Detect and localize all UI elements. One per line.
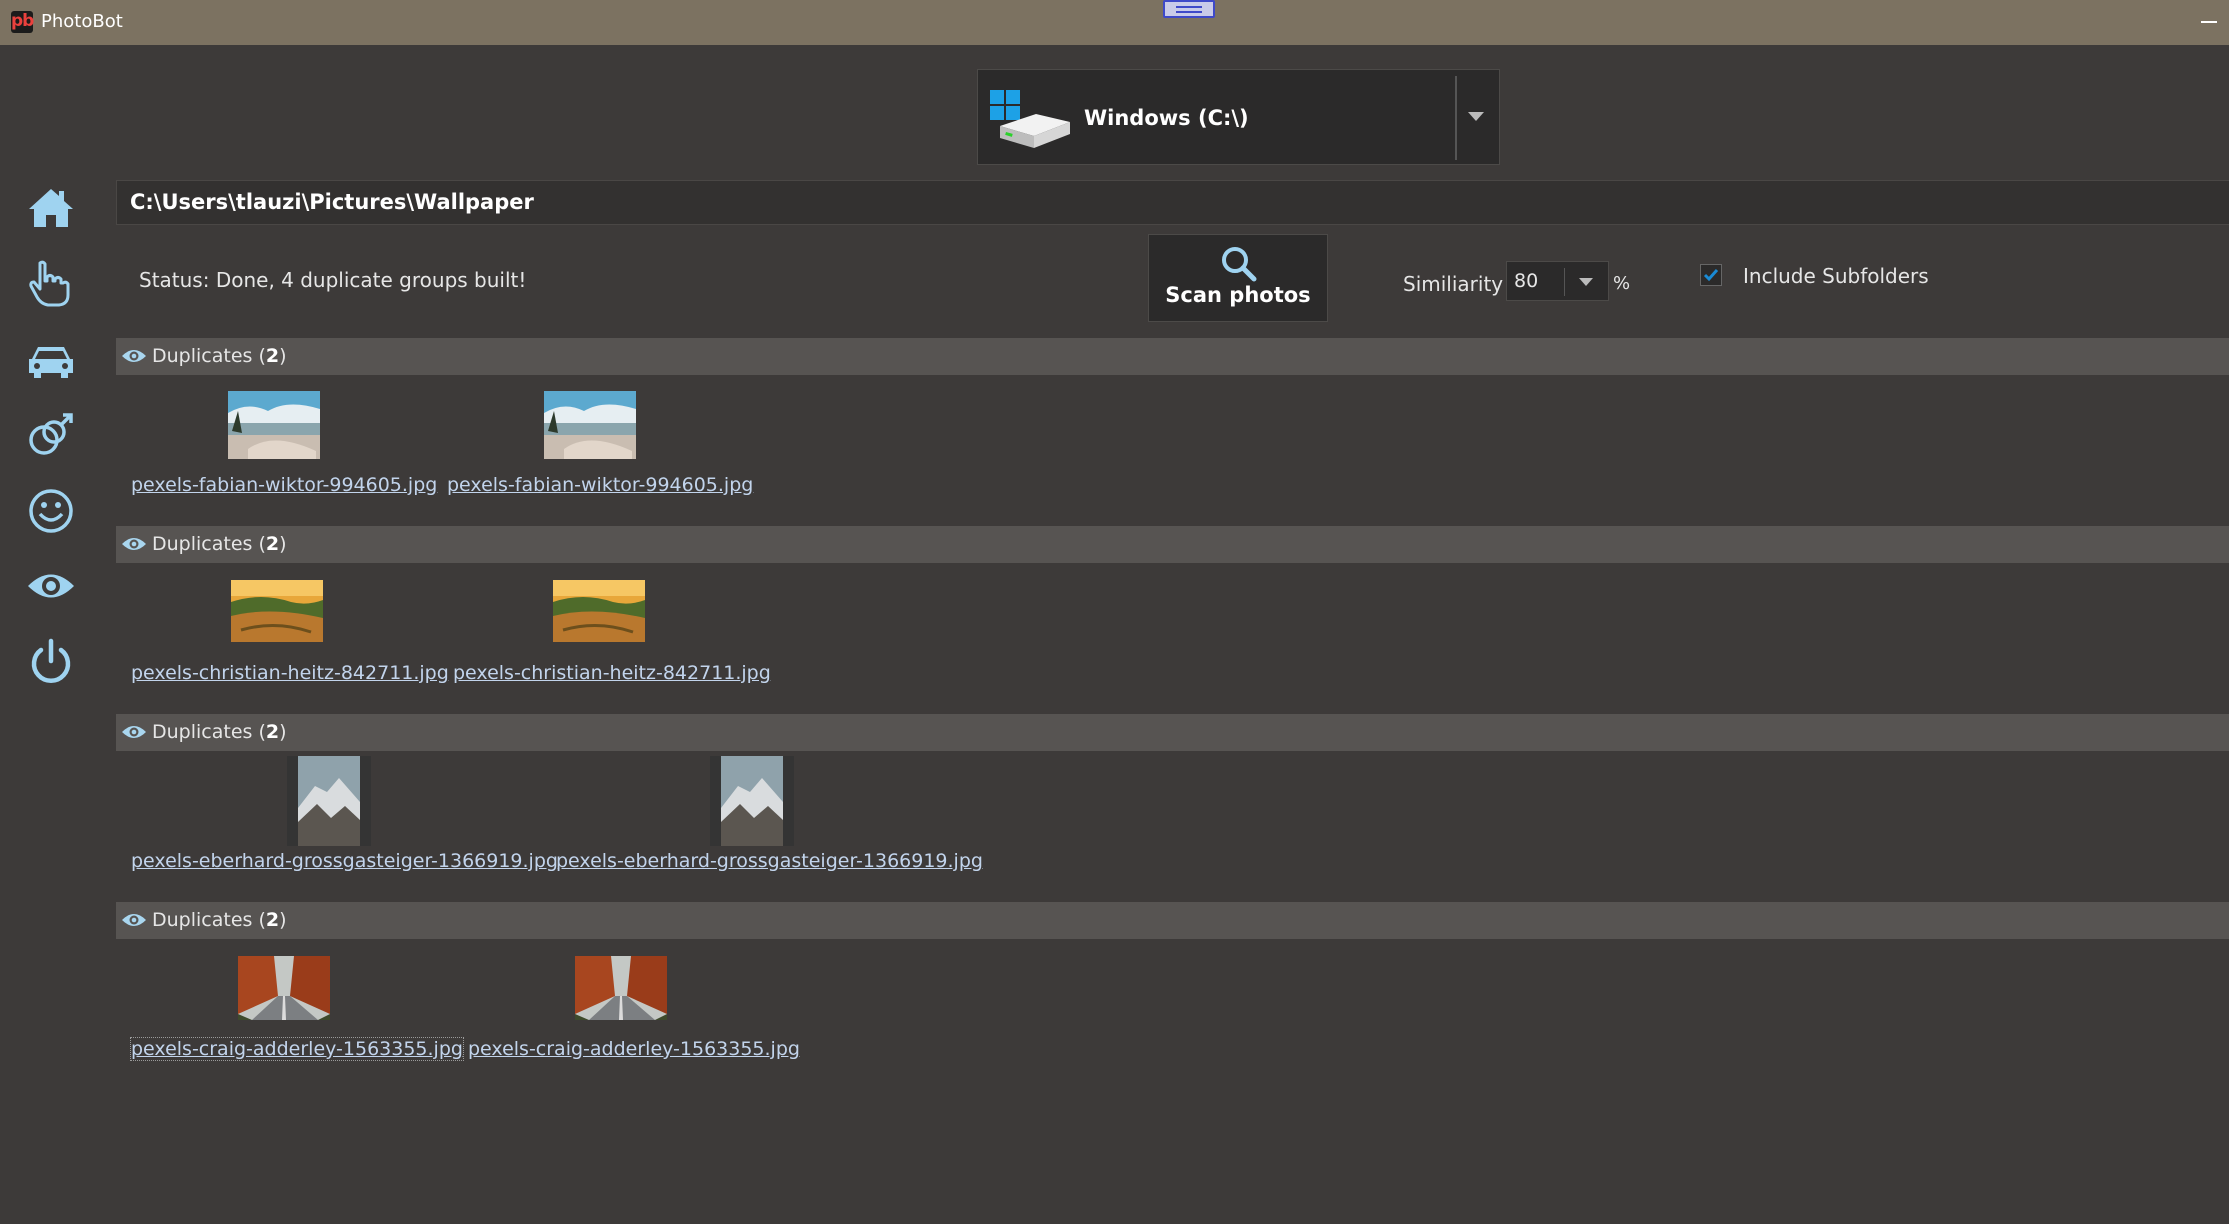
search-icon xyxy=(1222,247,1257,282)
photo-thumbnail[interactable] xyxy=(710,756,794,846)
chevron-down-icon[interactable] xyxy=(1468,112,1484,121)
file-link[interactable]: pexels-eberhard-grossgasteiger-1366919.j… xyxy=(131,850,558,872)
file-link[interactable]: pexels-craig-adderley-1563355.jpg xyxy=(468,1038,800,1060)
gender-icon[interactable] xyxy=(23,407,79,463)
path-field[interactable]: C:\Users\tlauzi\Pictures\Wallpaper xyxy=(116,180,2229,225)
duplicate-group-header[interactable]: Duplicates (2) xyxy=(116,902,2229,939)
title-bar: pb PhotoBot xyxy=(0,0,2229,45)
group-title: Duplicates (2) xyxy=(152,345,287,367)
dropdown-separator xyxy=(1564,268,1565,296)
file-link[interactable]: pexels-eberhard-grossgasteiger-1366919.j… xyxy=(556,850,983,872)
photo-thumbnail[interactable] xyxy=(231,580,323,642)
photo-thumbnail[interactable] xyxy=(575,956,667,1020)
scan-photos-label: Scan photos xyxy=(1165,283,1311,307)
photo-thumbnail[interactable] xyxy=(228,391,320,459)
eye-icon[interactable] xyxy=(23,558,79,614)
duplicate-group-header[interactable]: Duplicates (2) xyxy=(116,526,2229,563)
checkmark-icon xyxy=(1703,269,1719,282)
similarity-value: 80 xyxy=(1514,270,1539,292)
sidebar xyxy=(0,45,105,1224)
similarity-dropdown[interactable]: 80 xyxy=(1506,261,1609,301)
eye-icon[interactable] xyxy=(121,534,147,554)
include-subfolders-label: Include Subfolders xyxy=(1743,264,1929,288)
window-title: PhotoBot xyxy=(41,11,123,32)
eye-icon[interactable] xyxy=(121,346,147,366)
file-link[interactable]: pexels-craig-adderley-1563355.jpg xyxy=(130,1037,464,1061)
include-subfolders-checkbox[interactable] xyxy=(1700,264,1722,286)
power-icon[interactable] xyxy=(23,634,79,690)
drive-icon xyxy=(990,90,1070,148)
scan-photos-button[interactable]: Scan photos xyxy=(1148,234,1328,322)
file-link[interactable]: pexels-fabian-wiktor-994605.jpg xyxy=(131,474,437,496)
photo-thumbnail[interactable] xyxy=(238,956,330,1020)
drive-dropdown[interactable]: Windows (C:\) xyxy=(977,69,1500,165)
dropdown-separator xyxy=(1455,76,1457,160)
photo-thumbnail[interactable] xyxy=(544,391,636,459)
car-icon[interactable] xyxy=(23,332,79,388)
group-title: Duplicates (2) xyxy=(152,721,287,743)
drive-label: Windows (C:\) xyxy=(1084,106,1249,130)
app-logo: pb xyxy=(11,11,34,33)
smiley-icon[interactable] xyxy=(23,483,79,539)
eye-icon[interactable] xyxy=(121,910,147,930)
duplicate-group-header[interactable]: Duplicates (2) xyxy=(116,338,2229,375)
photo-thumbnail[interactable] xyxy=(553,580,645,642)
pointing-hand-icon[interactable] xyxy=(23,256,79,312)
file-link[interactable]: pexels-christian-heitz-842711.jpg xyxy=(453,662,771,684)
drag-handle[interactable] xyxy=(1163,0,1215,18)
file-link[interactable]: pexels-fabian-wiktor-994605.jpg xyxy=(447,474,753,496)
path-value: C:\Users\tlauzi\Pictures\Wallpaper xyxy=(130,190,534,214)
file-link[interactable]: pexels-christian-heitz-842711.jpg xyxy=(131,662,449,684)
minimize-button[interactable] xyxy=(2201,21,2217,23)
chevron-down-icon[interactable] xyxy=(1579,278,1593,286)
photo-thumbnail[interactable] xyxy=(287,756,371,846)
duplicate-group-header[interactable]: Duplicates (2) xyxy=(116,714,2229,751)
similarity-unit: % xyxy=(1613,273,1631,294)
home-icon[interactable] xyxy=(23,180,79,236)
similarity-label: Similiarity xyxy=(1403,272,1504,296)
group-title: Duplicates (2) xyxy=(152,909,287,931)
eye-icon[interactable] xyxy=(121,722,147,742)
group-title: Duplicates (2) xyxy=(152,533,287,555)
status-text: Status: Done, 4 duplicate groups built! xyxy=(139,268,527,292)
